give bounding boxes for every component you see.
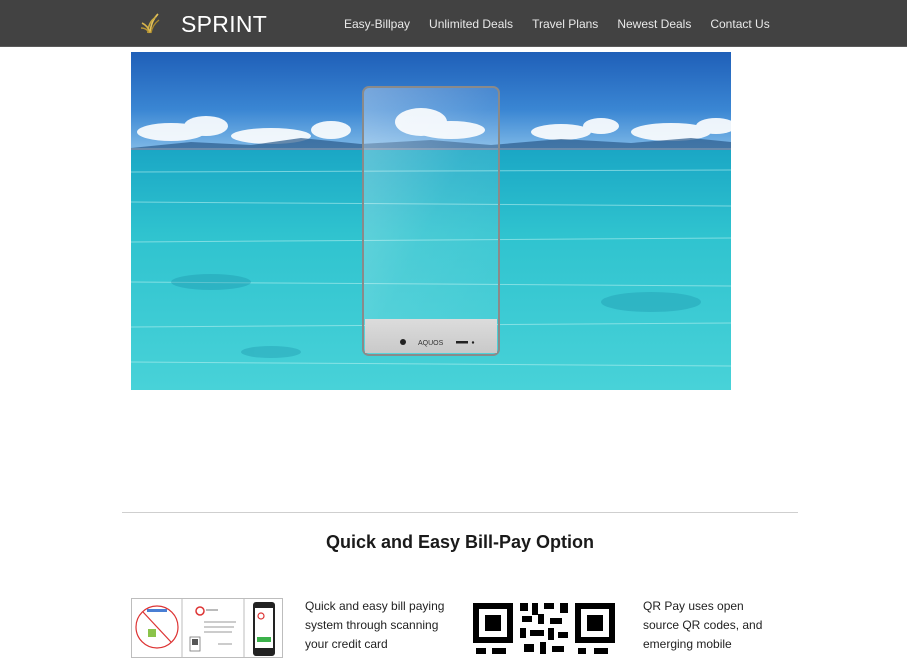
section-divider bbox=[122, 512, 798, 513]
qr-code-image bbox=[468, 598, 620, 658]
feature-qrpay-text: QR Pay uses open source QR codes, and em… bbox=[643, 599, 763, 651]
qr-thumbnail[interactable] bbox=[468, 598, 620, 658]
sprint-logo-icon[interactable] bbox=[137, 9, 167, 39]
phone-image: AQUOS bbox=[362, 86, 500, 356]
feature-billpay-text: Quick and easy bill paying system throug… bbox=[305, 599, 445, 651]
nav-unlimited-deals[interactable]: Unlimited Deals bbox=[429, 16, 513, 32]
nav-travel-plans[interactable]: Travel Plans bbox=[532, 16, 598, 32]
hero-image: AQUOS bbox=[131, 52, 731, 390]
brand-name[interactable]: SPRINT bbox=[181, 11, 267, 37]
nav-easy-billpay[interactable]: Easy-Billpay bbox=[344, 16, 410, 32]
section-title: Quick and Easy Bill-Pay Option bbox=[325, 532, 595, 552]
main-nav: Easy-Billpay Unlimited Deals Travel Plan… bbox=[344, 16, 770, 32]
nav-newest-deals[interactable]: Newest Deals bbox=[617, 16, 691, 32]
hero-banner: AQUOS bbox=[131, 52, 731, 390]
nav-contact-us[interactable]: Contact Us bbox=[710, 16, 769, 32]
billpay-steps-image bbox=[135, 599, 275, 657]
phone-brand-label: AQUOS bbox=[418, 340, 444, 347]
top-navbar: SPRINT Easy-Billpay Unlimited Deals Trav… bbox=[0, 0, 907, 47]
billpay-thumbnail[interactable] bbox=[131, 598, 283, 658]
